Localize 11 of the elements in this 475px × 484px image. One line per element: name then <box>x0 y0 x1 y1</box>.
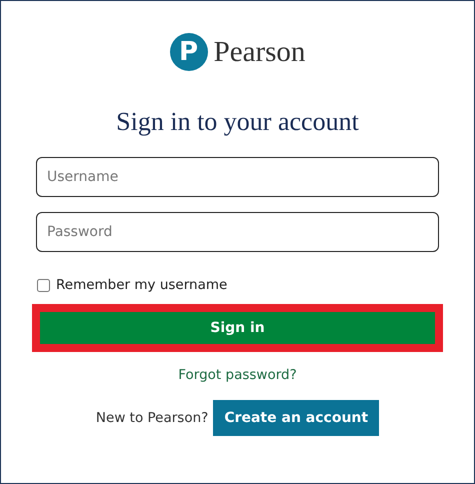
remember-label: Remember my username <box>56 277 228 293</box>
remember-checkbox[interactable] <box>37 278 50 292</box>
forgot-password-link[interactable]: Forgot password? <box>178 367 297 383</box>
create-account-button[interactable]: Create an account <box>213 400 380 436</box>
password-field[interactable]: Password <box>36 212 439 252</box>
sign-in-button[interactable]: Sign in <box>40 312 435 344</box>
logo-wordmark: Pearson <box>214 36 306 68</box>
logo-icon: P <box>170 33 208 71</box>
signup-prompt: New to Pearson? <box>96 410 208 426</box>
page-title: Sign in to your account <box>116 107 359 137</box>
username-field[interactable]: Username <box>36 157 439 197</box>
